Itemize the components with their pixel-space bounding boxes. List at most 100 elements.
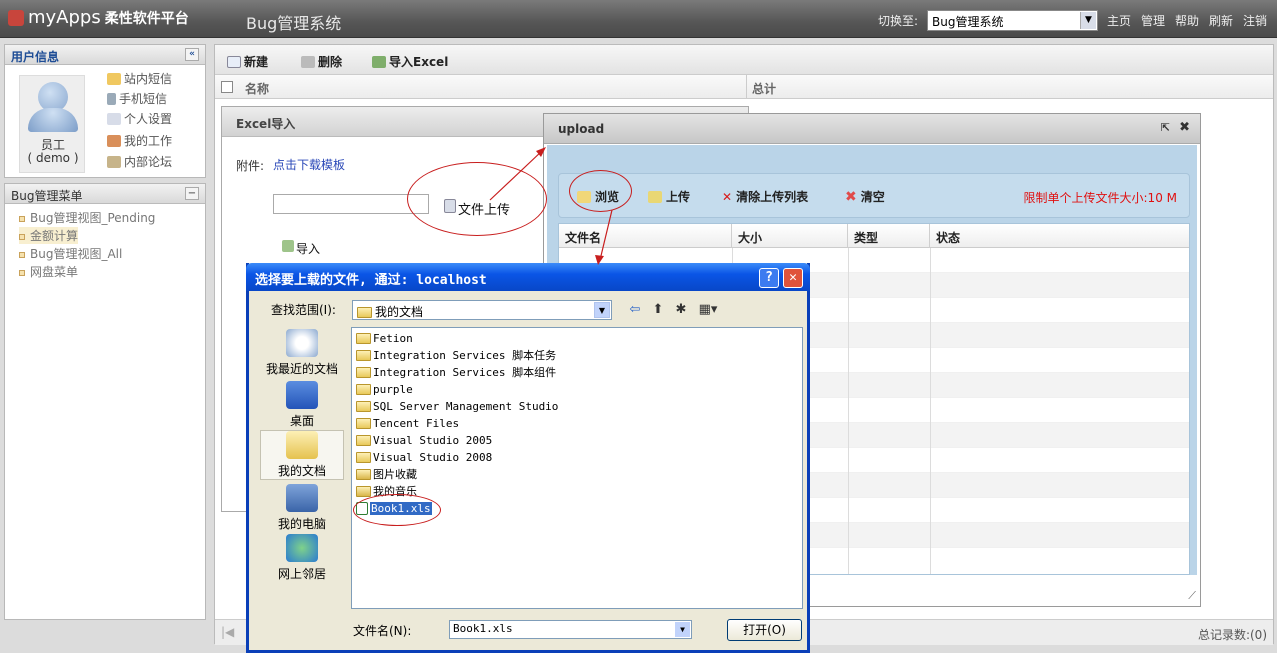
link-logout[interactable]: 注销 — [1243, 12, 1267, 29]
col-type[interactable]: 类型 — [848, 224, 930, 248]
select-all-checkbox[interactable] — [221, 81, 233, 93]
minimize-icon[interactable]: − — [185, 187, 199, 200]
look-in-value: 我的文档 — [375, 305, 424, 319]
list-item[interactable]: Visual Studio 2005 — [356, 432, 492, 448]
file-list: Fetion Integration Services 脚本任务 Integra… — [351, 327, 803, 609]
up-folder-icon[interactable]: ⬆ — [649, 301, 667, 319]
filename-label: 文件名(N): — [353, 624, 412, 638]
upload-title: upload — [558, 122, 605, 136]
list-item[interactable]: Tencent Files — [356, 415, 459, 431]
resize-handle-icon[interactable]: ⟋ — [1188, 589, 1196, 603]
new-label: 新建 — [244, 55, 269, 69]
column-divider — [848, 248, 849, 574]
avatar: 员工 ( demo ) — [19, 75, 85, 173]
menu-settings[interactable]: 个人设置 — [107, 110, 172, 127]
place-recent[interactable]: 我最近的文档 — [260, 329, 344, 377]
menu-my-work[interactable]: 我的工作 — [107, 132, 172, 149]
upload-toolbar: 浏览 上传 ✕ 清除上传列表 ✖ 清空 限制单个上传文件大小:10 M — [558, 173, 1190, 218]
excel-icon — [372, 55, 386, 68]
upload-title-bar: upload ⇱ ✖ — [544, 114, 1200, 144]
clear-icon: ✖ — [845, 188, 857, 205]
filename-input[interactable]: Book1.xls ▼ — [449, 620, 692, 639]
list-item[interactable]: Integration Services 脚本组件 — [356, 364, 556, 380]
tree-item-pending[interactable]: Bug管理视图_Pending — [19, 209, 155, 226]
place-desktop[interactable]: 桌面 — [260, 381, 344, 428]
place-my-documents[interactable]: 我的文档 — [260, 430, 344, 480]
col-size[interactable]: 大小 — [732, 224, 848, 248]
annotation-ellipse — [407, 162, 547, 236]
collapse-icon[interactable]: « — [185, 48, 199, 61]
import-excel-button[interactable]: 导入Excel — [372, 53, 448, 70]
new-button[interactable]: 新建 — [227, 53, 268, 70]
place-label: 桌面 — [289, 414, 314, 428]
tree-item-all[interactable]: Bug管理视图_All — [19, 245, 122, 262]
clear-label: 清空 — [860, 190, 885, 204]
tree-item-netdisk[interactable]: 网盘菜单 — [19, 263, 78, 280]
download-template-link[interactable]: 点击下载模板 — [273, 156, 345, 173]
first-page-icon[interactable]: |◀ — [221, 625, 234, 639]
chevron-down-icon[interactable]: ▼ — [675, 622, 690, 637]
folder-icon — [356, 332, 371, 344]
close-icon[interactable]: ✖ — [1179, 120, 1190, 135]
list-item[interactable]: purple — [356, 381, 413, 397]
logo: myApps 柔性软件平台 — [8, 7, 189, 28]
import-button[interactable]: 导入 — [282, 240, 320, 257]
list-item[interactable]: SQL Server Management Studio — [356, 398, 558, 414]
annotation-ellipse — [353, 494, 441, 526]
look-in-select[interactable]: 我的文档 ▼ — [352, 300, 612, 320]
clear-button[interactable]: ✖ 清空 — [845, 188, 885, 205]
folder-icon — [356, 349, 371, 361]
list-item[interactable]: Fetion — [356, 330, 413, 346]
column-name[interactable]: 名称 — [245, 80, 269, 97]
back-icon[interactable]: ⇦ — [626, 301, 644, 319]
trash-icon — [301, 55, 315, 68]
attach-label: 附件: — [236, 159, 265, 173]
tree-item-amount[interactable]: 金额计算 — [19, 227, 79, 244]
delete-button[interactable]: 删除 — [301, 53, 342, 70]
file-name: Visual Studio 2008 — [373, 450, 493, 464]
open-button[interactable]: 打开(O) — [727, 619, 802, 641]
place-label: 网上邻居 — [277, 567, 326, 581]
link-help[interactable]: 帮助 — [1175, 12, 1199, 29]
menu-forum[interactable]: 内部论坛 — [107, 153, 172, 170]
place-my-computer[interactable]: 我的电脑 — [260, 484, 344, 531]
list-item[interactable]: Visual Studio 2008 — [356, 449, 492, 465]
link-refresh[interactable]: 刷新 — [1209, 12, 1233, 29]
node-icon — [19, 269, 25, 276]
filename-value: Book1.xls — [453, 622, 513, 635]
col-filename[interactable]: 文件名 — [559, 224, 732, 248]
total-count: 总记录数:(0) — [1197, 628, 1267, 642]
help-icon[interactable]: ? — [759, 268, 779, 288]
forum-icon — [107, 155, 121, 168]
view-menu-icon[interactable]: ▦▾ — [696, 301, 720, 319]
network-icon — [286, 534, 318, 562]
col-status[interactable]: 状态 — [930, 224, 1189, 248]
tree-item-label: 金额计算 — [30, 229, 79, 243]
new-icon — [227, 55, 241, 68]
file-name: purple — [373, 382, 413, 396]
close-dialog-icon[interactable]: ✕ — [783, 268, 803, 288]
list-item[interactable]: Integration Services 脚本任务 — [356, 347, 556, 363]
maximize-icon[interactable]: ⇱ — [1161, 121, 1170, 134]
upload-button[interactable]: 上传 — [648, 188, 690, 205]
link-home[interactable]: 主页 — [1107, 12, 1131, 29]
import-label: 导入Excel — [389, 55, 449, 69]
import-label: 导入 — [296, 242, 321, 256]
user-panel-title: 用户信息 « — [5, 45, 205, 65]
menu-sms[interactable]: 手机短信 — [107, 90, 167, 107]
list-item[interactable]: 图片收藏 — [356, 466, 417, 482]
chevron-down-icon[interactable]: ▼ — [594, 302, 610, 318]
size-limit-text: 限制单个上传文件大小:10 M — [1023, 191, 1177, 205]
system-switch-select[interactable]: Bug管理系统 ▼ — [927, 10, 1098, 31]
link-admin[interactable]: 管理 — [1141, 12, 1165, 29]
menu-messages[interactable]: 站内短信 — [107, 70, 172, 87]
folder-icon — [357, 307, 372, 318]
place-network[interactable]: 网上邻居 — [260, 534, 344, 581]
file-name: Visual Studio 2005 — [373, 433, 493, 447]
avatar-body-icon — [28, 108, 78, 132]
clear-list-button[interactable]: ✕ 清除上传列表 — [722, 188, 808, 205]
new-folder-icon[interactable]: ✱ — [672, 301, 690, 319]
column-total[interactable]: 总计 — [752, 80, 776, 97]
chevron-down-icon[interactable]: ▼ — [1080, 12, 1096, 29]
file-path-input[interactable] — [273, 194, 429, 214]
